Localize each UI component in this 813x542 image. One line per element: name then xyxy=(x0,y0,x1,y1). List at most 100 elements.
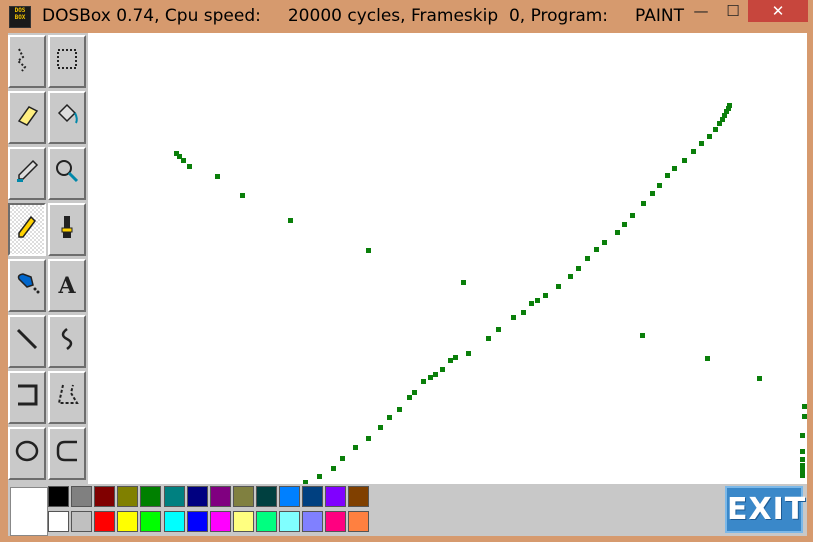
eyedropper-tool-button[interactable] xyxy=(8,147,46,200)
drawn-pixel xyxy=(529,301,534,306)
drawn-pixel xyxy=(717,121,722,126)
palette-swatch[interactable] xyxy=(163,511,185,532)
drawn-pixel xyxy=(433,372,438,377)
palette-swatch[interactable] xyxy=(255,511,277,532)
drawn-pixel xyxy=(317,474,322,479)
drawn-pixel xyxy=(486,336,491,341)
rect-select-tool-button[interactable] xyxy=(48,35,86,88)
app-icon-text: DOS BOX xyxy=(14,7,26,21)
rounded-rect-tool-icon xyxy=(53,437,81,471)
drawn-pixel xyxy=(630,213,635,218)
drawn-pixel xyxy=(412,390,417,395)
rect-select-tool-icon xyxy=(53,45,81,79)
palette-swatch[interactable] xyxy=(325,486,347,507)
drawn-pixel xyxy=(800,473,805,478)
line-tool-button[interactable] xyxy=(8,315,46,368)
fill-tool-button[interactable] xyxy=(48,91,86,144)
drawing-canvas[interactable] xyxy=(88,33,807,485)
palette-swatch[interactable] xyxy=(94,511,116,532)
airbrush-tool-button[interactable] xyxy=(8,259,46,312)
palette-swatch[interactable] xyxy=(117,511,139,532)
drawn-pixel xyxy=(511,315,516,320)
drawn-pixel xyxy=(800,449,805,454)
drawn-pixel xyxy=(665,173,670,178)
free-select-tool-icon xyxy=(13,45,41,79)
drawn-pixel xyxy=(713,127,718,132)
minimize-button[interactable]: — xyxy=(686,0,716,22)
palette-swatch[interactable] xyxy=(48,486,69,507)
drawn-pixel xyxy=(622,222,627,227)
brush-tool-icon xyxy=(53,213,81,247)
eraser-tool-icon xyxy=(13,101,41,135)
line-tool-icon xyxy=(13,325,41,359)
palette-swatch[interactable] xyxy=(209,511,231,532)
palette-swatch[interactable] xyxy=(186,486,208,507)
palette-bar: EXIT xyxy=(8,484,807,536)
drawn-pixel xyxy=(331,466,336,471)
palette-swatch[interactable] xyxy=(348,511,370,532)
dosbox-icon[interactable]: DOS BOX xyxy=(9,6,31,28)
drawn-pixel xyxy=(366,248,371,253)
drawn-pixel xyxy=(366,436,371,441)
palette-swatch[interactable] xyxy=(94,486,116,507)
drawn-pixel xyxy=(802,404,807,409)
exit-button[interactable]: EXIT xyxy=(725,486,805,533)
pencil-tool-button[interactable] xyxy=(8,203,46,256)
brush-tool-button[interactable] xyxy=(48,203,86,256)
drawn-pixel xyxy=(800,457,805,462)
palette-swatch[interactable] xyxy=(71,486,93,507)
drawn-pixel xyxy=(699,141,704,146)
curve-tool-button[interactable] xyxy=(48,315,86,368)
palette-swatch[interactable] xyxy=(209,486,231,507)
text-tool-icon: A xyxy=(58,272,76,299)
drawn-pixel xyxy=(378,425,383,430)
ellipse-tool-button[interactable] xyxy=(8,427,46,480)
drawn-pixel xyxy=(353,445,358,450)
close-button[interactable]: ✕ xyxy=(748,0,808,22)
palette-swatch[interactable] xyxy=(163,486,185,507)
eraser-tool-button[interactable] xyxy=(8,91,46,144)
magnifier-tool-button[interactable] xyxy=(48,147,86,200)
drawn-pixel xyxy=(288,218,293,223)
palette-swatch[interactable] xyxy=(279,486,300,507)
palette-swatch[interactable] xyxy=(302,486,324,507)
drawn-pixel xyxy=(650,191,655,196)
drawn-pixel xyxy=(448,358,453,363)
text-tool-button[interactable]: A xyxy=(48,259,86,312)
palette-swatch[interactable] xyxy=(325,511,347,532)
palette-swatch[interactable] xyxy=(302,511,324,532)
current-color-swatch xyxy=(10,487,48,536)
maximize-button[interactable]: ☐ xyxy=(718,0,748,22)
palette-swatch[interactable] xyxy=(48,511,69,532)
palette-swatch[interactable] xyxy=(140,486,162,507)
palette-swatch[interactable] xyxy=(232,511,254,532)
palette-swatch[interactable] xyxy=(255,486,277,507)
polygon-tool-icon xyxy=(53,381,81,415)
rectangle-tool-button[interactable] xyxy=(8,371,46,424)
palette-swatch[interactable] xyxy=(140,511,162,532)
palette-swatch[interactable] xyxy=(71,511,93,532)
palette-swatch[interactable] xyxy=(232,486,254,507)
drawn-pixel xyxy=(707,134,712,139)
drawn-pixel xyxy=(521,310,526,315)
drawn-pixel xyxy=(466,351,471,356)
drawn-pixel xyxy=(535,298,540,303)
drawn-pixel xyxy=(428,375,433,380)
drawn-pixel xyxy=(800,433,805,438)
drawn-pixel xyxy=(496,327,501,332)
drawn-pixel xyxy=(615,230,620,235)
drawn-pixel xyxy=(594,247,599,252)
drawn-pixel xyxy=(757,376,762,381)
drawn-pixel xyxy=(421,379,426,384)
free-select-tool-button[interactable] xyxy=(8,35,46,88)
palette-swatch[interactable] xyxy=(117,486,139,507)
title-bar: DOS BOX DOSBox 0.74, Cpu speed: 20000 cy… xyxy=(0,0,813,32)
palette-swatch[interactable] xyxy=(186,511,208,532)
rounded-rect-tool-button[interactable] xyxy=(48,427,86,480)
palette-swatch[interactable] xyxy=(279,511,300,532)
dosbox-screen: A EXIT xyxy=(8,33,807,536)
palette-swatch[interactable] xyxy=(348,486,370,507)
drawn-pixel xyxy=(187,164,192,169)
curve-tool-icon xyxy=(53,325,81,359)
polygon-tool-button[interactable] xyxy=(48,371,86,424)
